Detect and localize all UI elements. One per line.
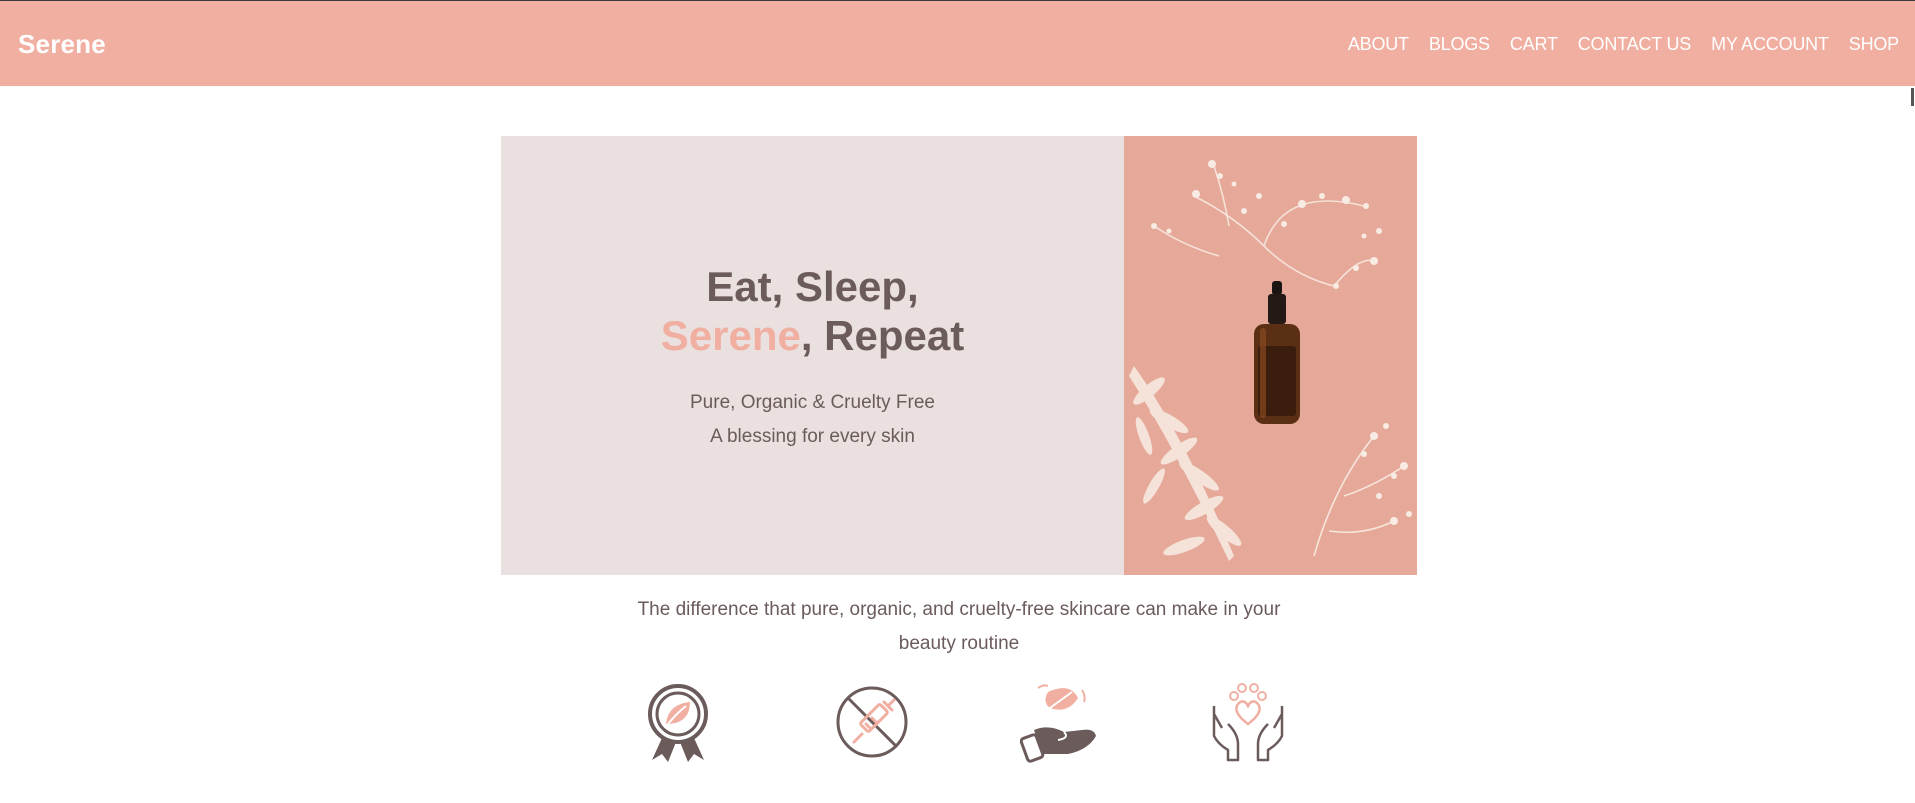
organic-badge-icon <box>638 680 718 764</box>
no-injection-icon <box>832 680 912 764</box>
nav-link-shop[interactable]: SHOP <box>1849 34 1899 55</box>
hero-subtitle-line2: A blessing for every skin <box>710 426 915 447</box>
scrollbar-thumb[interactable] <box>1911 88 1914 106</box>
top-navbar: Serene ABOUT BLOGS CART CONTACT US MY AC… <box>0 0 1915 86</box>
cruelty-free-paw-heart-icon <box>1208 680 1288 764</box>
nav-link-about[interactable]: ABOUT <box>1348 34 1409 55</box>
nav-links: ABOUT BLOGS CART CONTACT US MY ACCOUNT S… <box>1348 34 1899 55</box>
hero-title: Eat, Sleep, Serene, Repeat <box>501 262 1124 360</box>
serum-bottle-photo <box>1124 136 1417 575</box>
brand-logo[interactable]: Serene <box>18 29 106 60</box>
nav-link-contact-us[interactable]: CONTACT US <box>1578 34 1692 55</box>
natural-hand-leaf-icon <box>1019 680 1100 764</box>
hero-title-line2-rest: , Repeat <box>800 312 965 359</box>
hero-product-image <box>1124 136 1417 575</box>
scrollbar-track[interactable] <box>1909 86 1915 803</box>
nav-link-cart[interactable]: CART <box>1510 34 1558 55</box>
nav-link-blogs[interactable]: BLOGS <box>1429 34 1490 55</box>
nav-link-my-account[interactable]: MY ACCOUNT <box>1711 34 1829 55</box>
hero-text-panel: Eat, Sleep, Serene, Repeat Pure, Organic… <box>501 136 1124 575</box>
hero-subtitle-line1: Pure, Organic & Cruelty Free <box>690 392 935 413</box>
hero-section: Eat, Sleep, Serene, Repeat Pure, Organic… <box>501 136 1417 575</box>
hero-subtitle: Pure, Organic & Cruelty Free A blessing … <box>501 386 1124 454</box>
hero-title-line2: Serene, Repeat <box>501 311 1124 360</box>
hero-title-line1: Eat, Sleep, <box>706 263 919 310</box>
tagline-text: The difference that pure, organic, and c… <box>637 599 1281 654</box>
hero-title-accent: Serene <box>660 312 801 359</box>
